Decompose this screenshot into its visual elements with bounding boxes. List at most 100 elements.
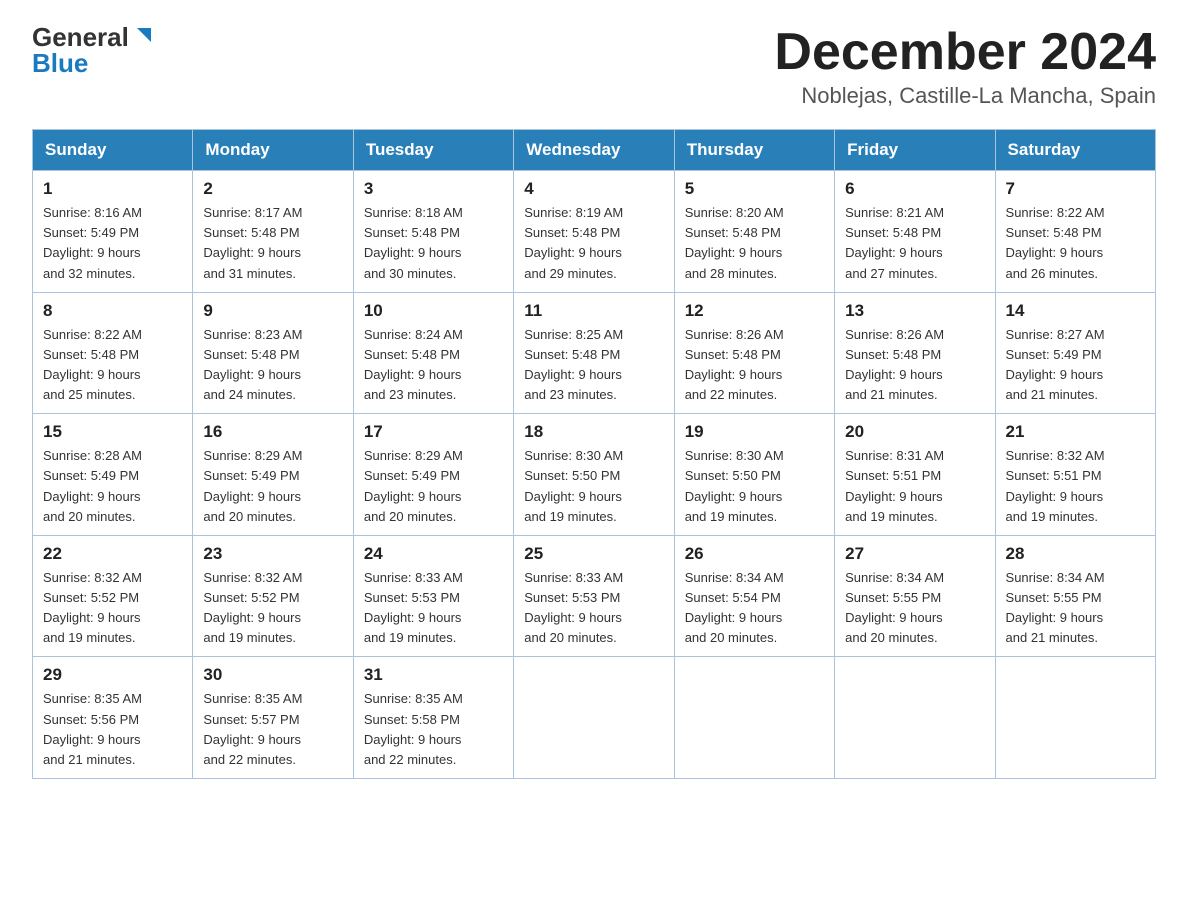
calendar-cell: 12 Sunrise: 8:26 AMSunset: 5:48 PMDaylig… [674, 292, 834, 414]
day-number: 19 [685, 422, 824, 442]
day-info: Sunrise: 8:18 AMSunset: 5:48 PMDaylight:… [364, 205, 463, 280]
day-info: Sunrise: 8:33 AMSunset: 5:53 PMDaylight:… [364, 570, 463, 645]
day-info: Sunrise: 8:29 AMSunset: 5:49 PMDaylight:… [203, 448, 302, 523]
calendar-cell: 11 Sunrise: 8:25 AMSunset: 5:48 PMDaylig… [514, 292, 674, 414]
day-info: Sunrise: 8:33 AMSunset: 5:53 PMDaylight:… [524, 570, 623, 645]
calendar-cell: 1 Sunrise: 8:16 AMSunset: 5:49 PMDayligh… [33, 171, 193, 293]
calendar-cell: 10 Sunrise: 8:24 AMSunset: 5:48 PMDaylig… [353, 292, 513, 414]
calendar-cell: 2 Sunrise: 8:17 AMSunset: 5:48 PMDayligh… [193, 171, 353, 293]
calendar-cell: 8 Sunrise: 8:22 AMSunset: 5:48 PMDayligh… [33, 292, 193, 414]
calendar-week-row: 22 Sunrise: 8:32 AMSunset: 5:52 PMDaylig… [33, 535, 1156, 657]
calendar-cell: 4 Sunrise: 8:19 AMSunset: 5:48 PMDayligh… [514, 171, 674, 293]
day-number: 20 [845, 422, 984, 442]
day-number: 29 [43, 665, 182, 685]
calendar-cell: 30 Sunrise: 8:35 AMSunset: 5:57 PMDaylig… [193, 657, 353, 779]
calendar-cell: 6 Sunrise: 8:21 AMSunset: 5:48 PMDayligh… [835, 171, 995, 293]
day-number: 7 [1006, 179, 1145, 199]
day-info: Sunrise: 8:31 AMSunset: 5:51 PMDaylight:… [845, 448, 944, 523]
day-number: 4 [524, 179, 663, 199]
calendar-cell: 16 Sunrise: 8:29 AMSunset: 5:49 PMDaylig… [193, 414, 353, 536]
day-info: Sunrise: 8:26 AMSunset: 5:48 PMDaylight:… [845, 327, 944, 402]
day-info: Sunrise: 8:22 AMSunset: 5:48 PMDaylight:… [43, 327, 142, 402]
day-info: Sunrise: 8:35 AMSunset: 5:56 PMDaylight:… [43, 691, 142, 766]
logo-icon [131, 24, 153, 46]
header-friday: Friday [835, 130, 995, 171]
day-number: 12 [685, 301, 824, 321]
day-number: 16 [203, 422, 342, 442]
calendar-week-row: 29 Sunrise: 8:35 AMSunset: 5:56 PMDaylig… [33, 657, 1156, 779]
day-info: Sunrise: 8:28 AMSunset: 5:49 PMDaylight:… [43, 448, 142, 523]
day-number: 27 [845, 544, 984, 564]
day-info: Sunrise: 8:26 AMSunset: 5:48 PMDaylight:… [685, 327, 784, 402]
calendar-cell: 27 Sunrise: 8:34 AMSunset: 5:55 PMDaylig… [835, 535, 995, 657]
day-number: 22 [43, 544, 182, 564]
day-number: 2 [203, 179, 342, 199]
day-number: 24 [364, 544, 503, 564]
header-wednesday: Wednesday [514, 130, 674, 171]
day-info: Sunrise: 8:32 AMSunset: 5:52 PMDaylight:… [203, 570, 302, 645]
day-info: Sunrise: 8:23 AMSunset: 5:48 PMDaylight:… [203, 327, 302, 402]
header-monday: Monday [193, 130, 353, 171]
calendar-table: Sunday Monday Tuesday Wednesday Thursday… [32, 129, 1156, 779]
day-info: Sunrise: 8:32 AMSunset: 5:51 PMDaylight:… [1006, 448, 1105, 523]
calendar-cell: 21 Sunrise: 8:32 AMSunset: 5:51 PMDaylig… [995, 414, 1155, 536]
day-info: Sunrise: 8:27 AMSunset: 5:49 PMDaylight:… [1006, 327, 1105, 402]
day-info: Sunrise: 8:34 AMSunset: 5:55 PMDaylight:… [845, 570, 944, 645]
day-number: 30 [203, 665, 342, 685]
day-info: Sunrise: 8:34 AMSunset: 5:55 PMDaylight:… [1006, 570, 1105, 645]
calendar-cell: 7 Sunrise: 8:22 AMSunset: 5:48 PMDayligh… [995, 171, 1155, 293]
calendar-cell: 3 Sunrise: 8:18 AMSunset: 5:48 PMDayligh… [353, 171, 513, 293]
calendar-cell: 14 Sunrise: 8:27 AMSunset: 5:49 PMDaylig… [995, 292, 1155, 414]
calendar-cell: 29 Sunrise: 8:35 AMSunset: 5:56 PMDaylig… [33, 657, 193, 779]
header-sunday: Sunday [33, 130, 193, 171]
calendar-cell: 15 Sunrise: 8:28 AMSunset: 5:49 PMDaylig… [33, 414, 193, 536]
day-number: 10 [364, 301, 503, 321]
day-number: 8 [43, 301, 182, 321]
calendar-cell: 18 Sunrise: 8:30 AMSunset: 5:50 PMDaylig… [514, 414, 674, 536]
header-thursday: Thursday [674, 130, 834, 171]
day-info: Sunrise: 8:30 AMSunset: 5:50 PMDaylight:… [685, 448, 784, 523]
day-number: 15 [43, 422, 182, 442]
calendar-cell: 5 Sunrise: 8:20 AMSunset: 5:48 PMDayligh… [674, 171, 834, 293]
day-info: Sunrise: 8:21 AMSunset: 5:48 PMDaylight:… [845, 205, 944, 280]
day-number: 23 [203, 544, 342, 564]
day-number: 11 [524, 301, 663, 321]
day-number: 26 [685, 544, 824, 564]
calendar-cell [674, 657, 834, 779]
calendar-week-row: 15 Sunrise: 8:28 AMSunset: 5:49 PMDaylig… [33, 414, 1156, 536]
calendar-week-row: 8 Sunrise: 8:22 AMSunset: 5:48 PMDayligh… [33, 292, 1156, 414]
calendar-cell: 24 Sunrise: 8:33 AMSunset: 5:53 PMDaylig… [353, 535, 513, 657]
header-tuesday: Tuesday [353, 130, 513, 171]
day-info: Sunrise: 8:32 AMSunset: 5:52 PMDaylight:… [43, 570, 142, 645]
calendar-cell [835, 657, 995, 779]
calendar-cell [514, 657, 674, 779]
day-info: Sunrise: 8:20 AMSunset: 5:48 PMDaylight:… [685, 205, 784, 280]
calendar-cell: 9 Sunrise: 8:23 AMSunset: 5:48 PMDayligh… [193, 292, 353, 414]
calendar-cell: 25 Sunrise: 8:33 AMSunset: 5:53 PMDaylig… [514, 535, 674, 657]
logo-general-text: General [32, 24, 129, 50]
day-info: Sunrise: 8:24 AMSunset: 5:48 PMDaylight:… [364, 327, 463, 402]
calendar-cell: 13 Sunrise: 8:26 AMSunset: 5:48 PMDaylig… [835, 292, 995, 414]
calendar-cell: 28 Sunrise: 8:34 AMSunset: 5:55 PMDaylig… [995, 535, 1155, 657]
day-number: 9 [203, 301, 342, 321]
day-number: 17 [364, 422, 503, 442]
day-info: Sunrise: 8:17 AMSunset: 5:48 PMDaylight:… [203, 205, 302, 280]
logo: General Blue [32, 24, 153, 77]
logo-blue-text: Blue [32, 48, 88, 78]
calendar-cell: 31 Sunrise: 8:35 AMSunset: 5:58 PMDaylig… [353, 657, 513, 779]
month-title: December 2024 [774, 24, 1156, 81]
calendar-cell: 26 Sunrise: 8:34 AMSunset: 5:54 PMDaylig… [674, 535, 834, 657]
day-number: 1 [43, 179, 182, 199]
calendar-cell: 23 Sunrise: 8:32 AMSunset: 5:52 PMDaylig… [193, 535, 353, 657]
day-info: Sunrise: 8:29 AMSunset: 5:49 PMDaylight:… [364, 448, 463, 523]
page-header: General Blue December 2024 Noblejas, Cas… [32, 24, 1156, 109]
day-number: 25 [524, 544, 663, 564]
calendar-cell: 20 Sunrise: 8:31 AMSunset: 5:51 PMDaylig… [835, 414, 995, 536]
day-number: 6 [845, 179, 984, 199]
day-info: Sunrise: 8:22 AMSunset: 5:48 PMDaylight:… [1006, 205, 1105, 280]
day-number: 28 [1006, 544, 1145, 564]
day-info: Sunrise: 8:25 AMSunset: 5:48 PMDaylight:… [524, 327, 623, 402]
day-info: Sunrise: 8:35 AMSunset: 5:58 PMDaylight:… [364, 691, 463, 766]
day-info: Sunrise: 8:35 AMSunset: 5:57 PMDaylight:… [203, 691, 302, 766]
title-block: December 2024 Noblejas, Castille-La Manc… [774, 24, 1156, 109]
